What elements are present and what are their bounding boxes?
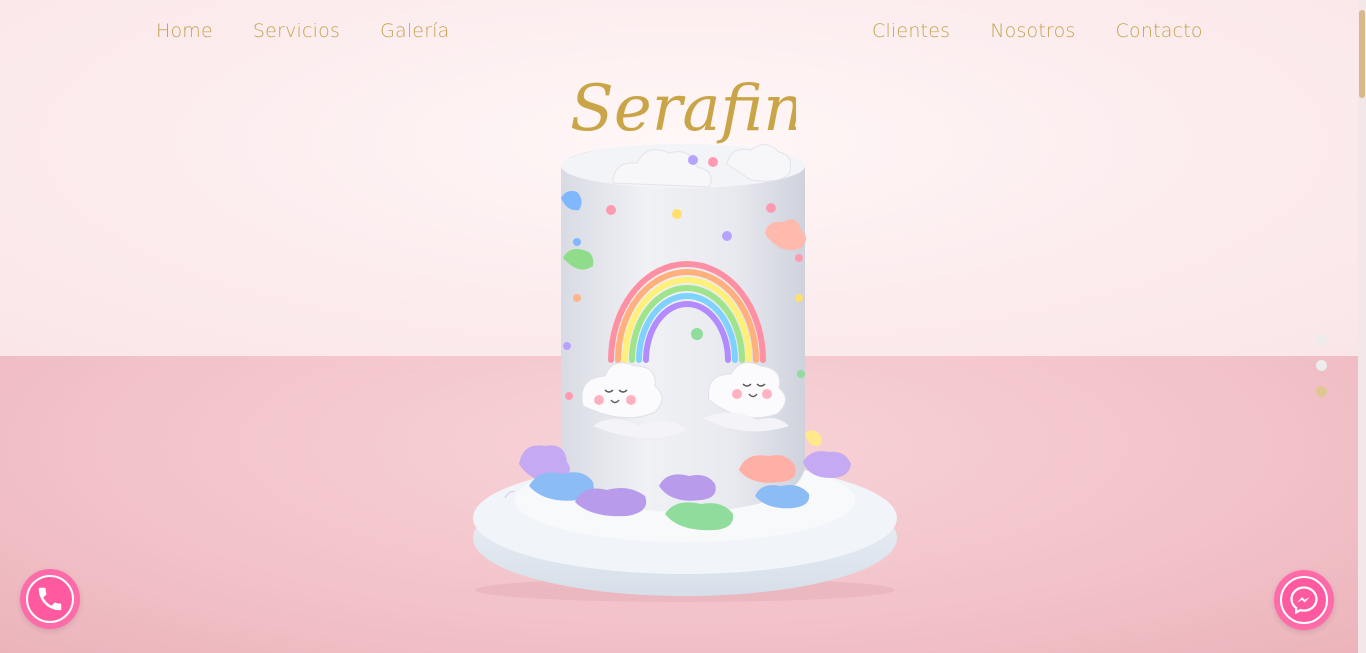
nav-link-contacto[interactable]: Contacto (1116, 20, 1203, 42)
nav-link-nosotros[interactable]: Nosotros (990, 20, 1075, 42)
phone-icon (38, 587, 62, 611)
nav-left: Home Servicios Galería (156, 20, 490, 42)
nav-link-servicios[interactable]: Servicios (253, 20, 340, 42)
slider-dots (1316, 334, 1327, 412)
nav-right: Clientes Nosotros Contacto (872, 20, 1243, 42)
page: Home Servicios Galería Serafina Clientes… (0, 0, 1366, 653)
messenger-icon (1290, 586, 1318, 615)
phone-button[interactable] (20, 569, 80, 629)
nav-link-galeria[interactable]: Galería (380, 20, 449, 42)
scrollbar-thumb[interactable] (1359, 10, 1365, 98)
slider-dot-2[interactable] (1316, 360, 1327, 371)
slider-dot-1[interactable] (1316, 334, 1327, 345)
nav-link-clientes[interactable]: Clientes (872, 20, 950, 42)
logo-text: Serafina (570, 72, 796, 146)
slider-dot-3-active[interactable] (1316, 386, 1327, 397)
messenger-button-inner (1280, 576, 1328, 624)
messenger-button[interactable] (1274, 570, 1334, 630)
hero-cake-image (473, 144, 897, 602)
nav-link-home[interactable]: Home (156, 20, 213, 42)
phone-button-inner (26, 575, 74, 623)
